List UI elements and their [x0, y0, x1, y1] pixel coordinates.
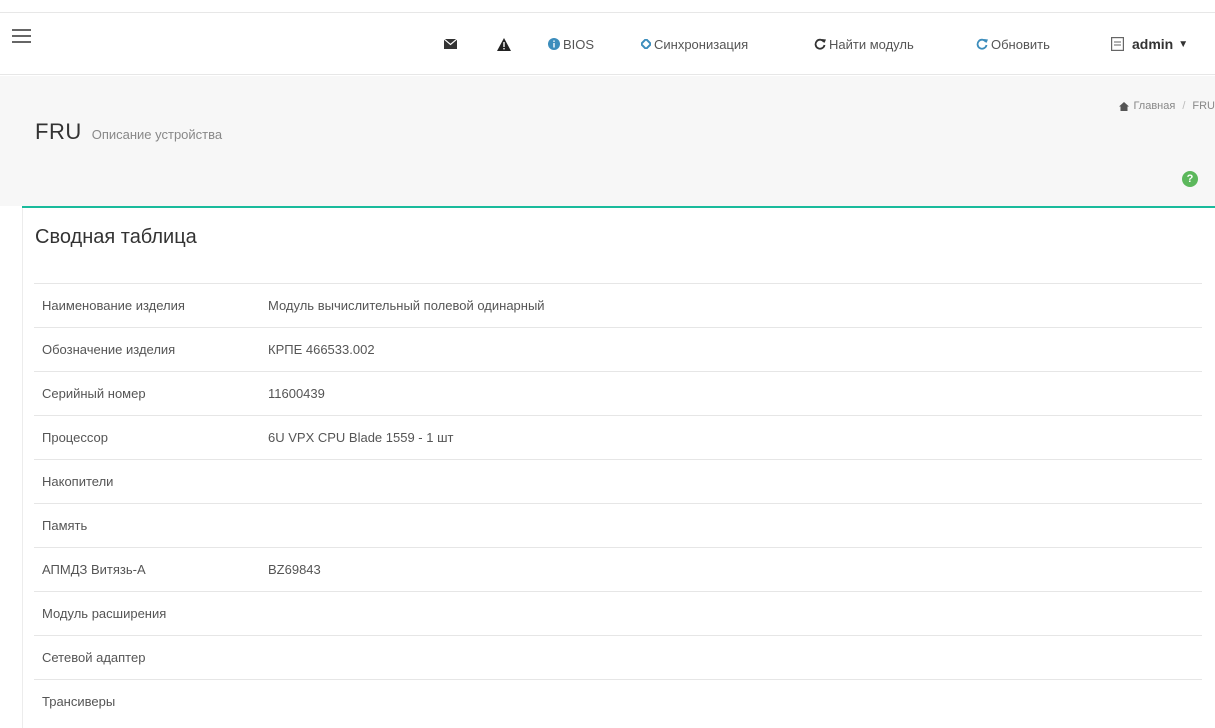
breadcrumb: Главная / FRU [1119, 100, 1215, 112]
breadcrumb-home-link[interactable]: Главная [1133, 100, 1175, 112]
envelope-icon [444, 39, 457, 49]
row-key: Обозначение изделия [42, 342, 176, 357]
table-row: АПМДЗ Витязь-А BZ69843 [34, 547, 1202, 591]
find-module-button[interactable]: Найти модуль [814, 13, 914, 75]
table-row: Память [34, 503, 1202, 547]
breadcrumb-current: FRU [1192, 100, 1215, 112]
find-module-label: Найти модуль [829, 36, 914, 52]
alerts-button[interactable] [497, 13, 514, 75]
table-row: Обозначение изделия КРПЕ 466533.002 [34, 327, 1202, 371]
row-key: Накопители [42, 474, 114, 489]
summary-table: Наименование изделия Модуль вычислительны… [34, 283, 1202, 723]
user-card-icon [1111, 37, 1124, 51]
bios-label: BIOS [563, 36, 595, 52]
refresh-button[interactable]: Обновить [976, 13, 1050, 75]
diamond-icon [641, 39, 651, 49]
table-row: Наименование изделия Модуль вычислительны… [34, 283, 1202, 327]
refresh-icon [976, 38, 988, 50]
user-label: admin [1132, 36, 1174, 52]
top-navbar: BIOS Синхронизация Найти модуль Обновить… [0, 13, 1215, 75]
user-menu[interactable]: admin ▼ [1111, 13, 1188, 75]
home-icon [1119, 101, 1130, 111]
warning-icon [497, 37, 511, 51]
row-value: 11600439 [268, 386, 325, 401]
messages-button[interactable] [444, 13, 460, 75]
page-title: FRU Описание устройства [35, 119, 222, 145]
menu-toggle-icon[interactable] [12, 29, 32, 45]
table-row: Трансиверы [34, 679, 1202, 723]
row-key: Серийный номер [42, 386, 146, 401]
table-row: Накопители [34, 459, 1202, 503]
page-title-text: FRU [35, 119, 82, 144]
refresh-icon [814, 38, 826, 50]
row-key: АПМДЗ Витязь-А [42, 562, 146, 577]
table-row: Сетевой адаптер [34, 635, 1202, 679]
row-value: КРПЕ 466533.002 [268, 342, 375, 357]
row-key: Наименование изделия [42, 298, 185, 313]
summary-panel: Сводная таблица Наименование изделия Моду… [22, 208, 1215, 728]
row-key: Сетевой адаптер [42, 650, 146, 665]
row-key: Память [42, 518, 88, 533]
help-icon[interactable]: ? [1182, 171, 1198, 187]
row-value: BZ69843 [268, 562, 321, 577]
row-key: Трансиверы [42, 694, 116, 709]
bios-button[interactable]: BIOS [548, 13, 594, 75]
info-icon [548, 38, 560, 50]
row-value: 6U VPX CPU Blade 1559 - 1 шт [268, 430, 454, 445]
breadcrumb-separator: / [1182, 100, 1186, 112]
sync-button[interactable]: Синхронизация [641, 13, 748, 75]
row-value: Модуль вычислительный полевой одинарный [268, 298, 545, 313]
table-row: Модуль расширения [34, 591, 1202, 635]
sync-label: Синхронизация [654, 36, 749, 52]
table-row: Серийный номер 11600439 [34, 371, 1202, 415]
table-row: Процессор 6U VPX CPU Blade 1559 - 1 шт [34, 415, 1202, 459]
page-subtitle: Описание устройства [91, 127, 223, 142]
caret-down-icon: ▼ [1178, 38, 1189, 50]
row-key: Модуль расширения [42, 606, 167, 621]
page-header: FRU Описание устройства Главная / FRU ? [0, 76, 1215, 206]
panel-title: Сводная таблица [35, 226, 197, 248]
refresh-label: Обновить [991, 36, 1050, 52]
row-key: Процессор [42, 430, 108, 445]
